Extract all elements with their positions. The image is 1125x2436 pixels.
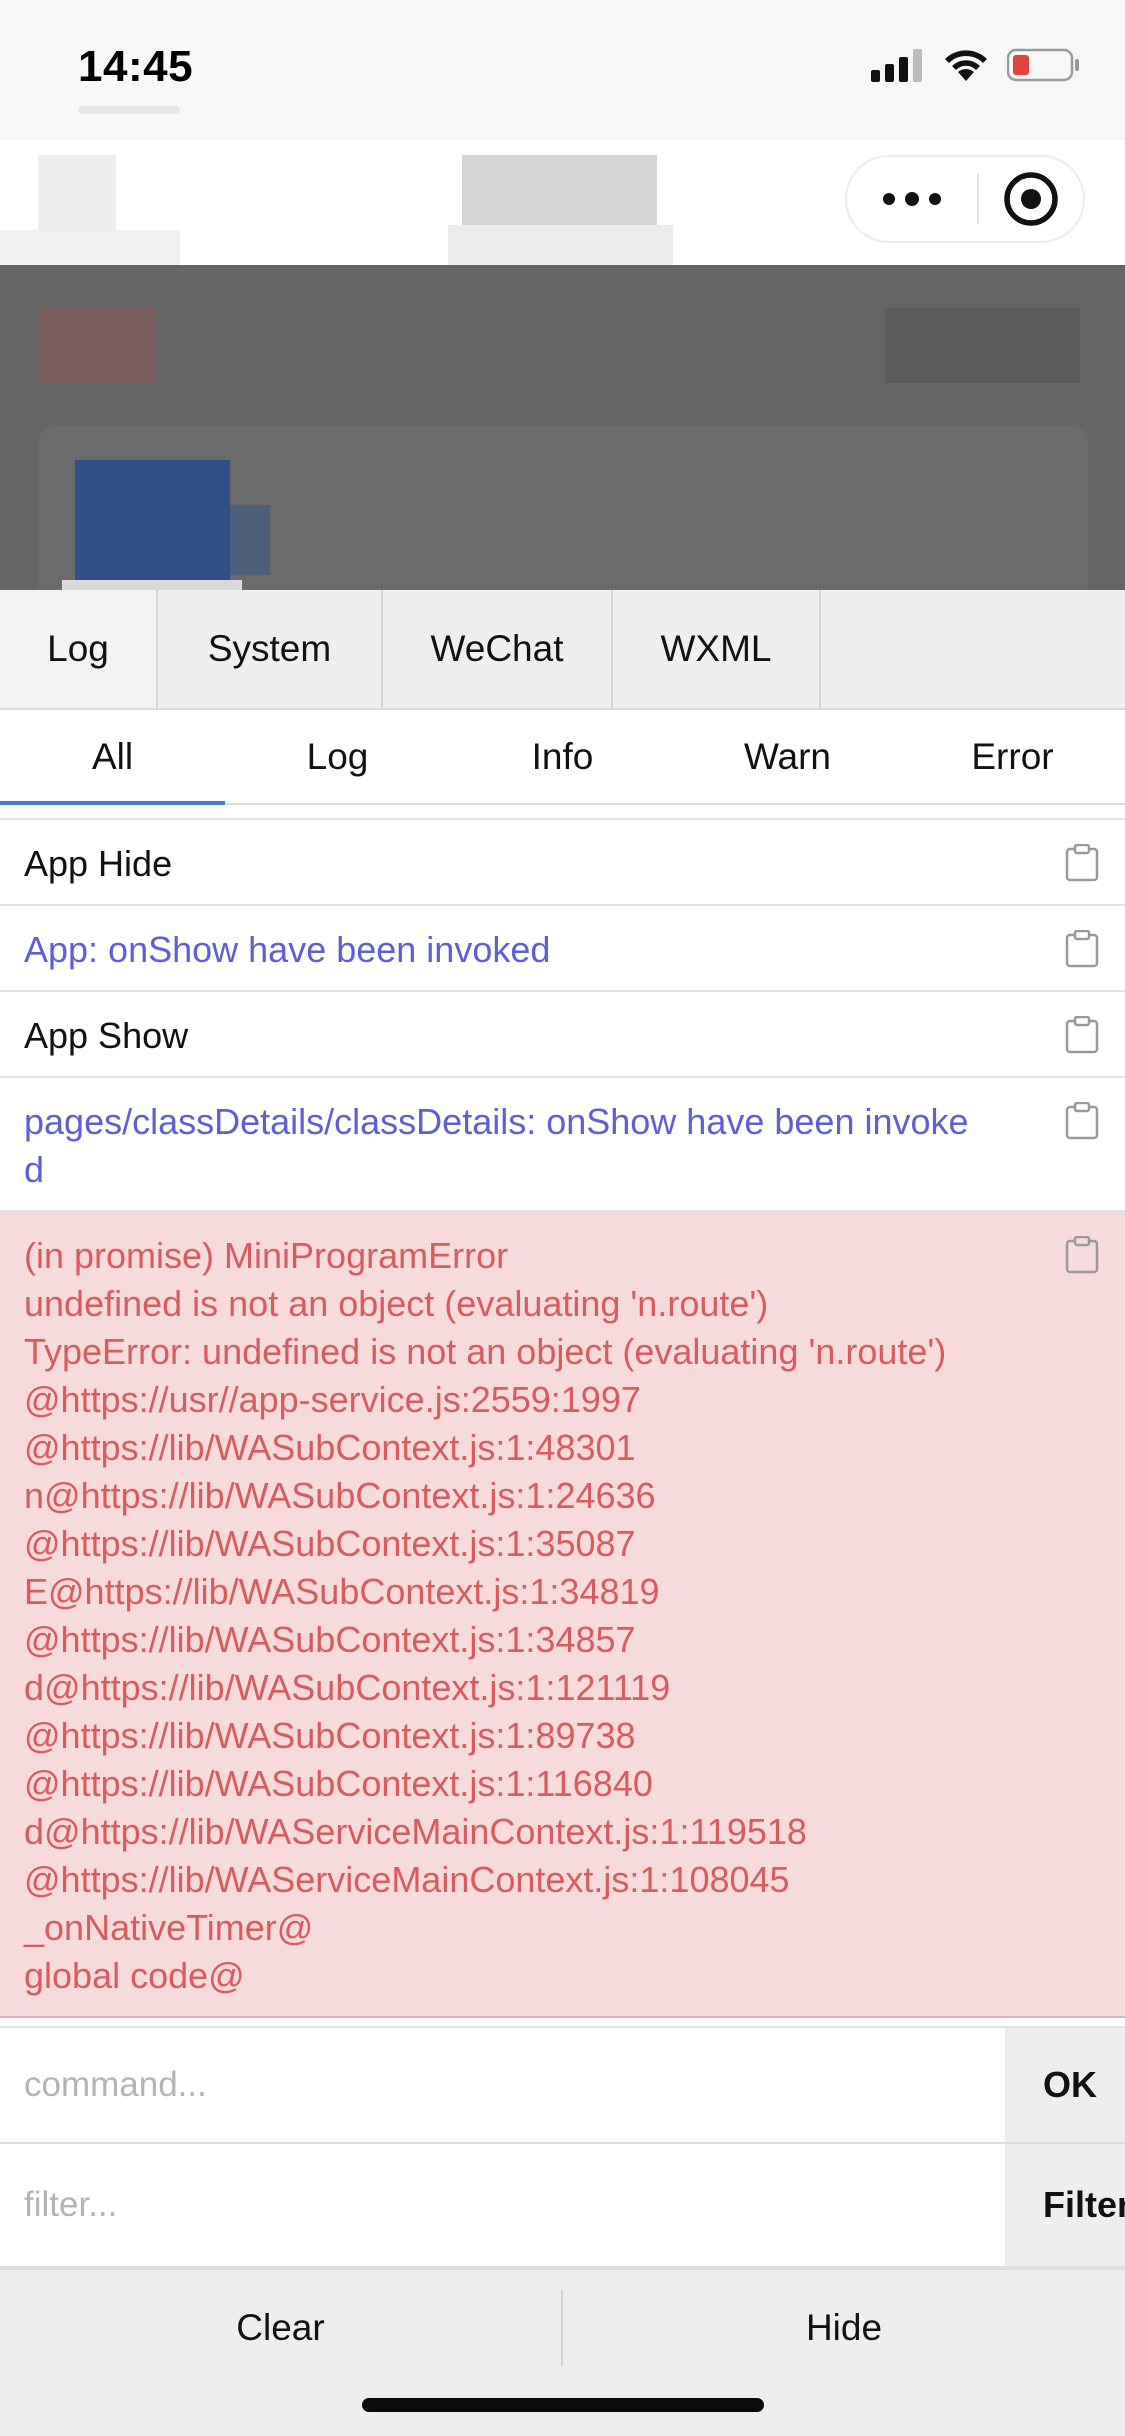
- log-line: App: onShow have been invoked: [24, 929, 551, 970]
- log-line: @https://usr//app-service.js:2559:1997: [24, 1379, 641, 1420]
- status-time-underline: [78, 106, 180, 114]
- copy-icon[interactable]: [1065, 1102, 1099, 1140]
- wifi-icon: [945, 50, 987, 81]
- log-line: @https://lib/WASubContext.js:1:116840: [24, 1763, 653, 1804]
- log-line: @https://lib/WASubContext.js:1:48301: [24, 1427, 636, 1468]
- blurred-left-block: [38, 308, 156, 383]
- blurred-back-glyph: [38, 155, 116, 230]
- tab-system[interactable]: System: [158, 590, 383, 708]
- filter-button[interactable]: Filter: [1005, 2144, 1125, 2266]
- log-line: _onNativeTimer@: [24, 1907, 314, 1948]
- copy-icon[interactable]: [1065, 1236, 1099, 1274]
- log-level-filters: All Log Info Warn Error: [0, 710, 1125, 805]
- clear-button[interactable]: Clear: [0, 2270, 561, 2386]
- blurred-title-base: [448, 225, 673, 265]
- log-line: @https://lib/WASubContext.js:1:35087: [24, 1523, 636, 1564]
- tab-wxml[interactable]: WXML: [613, 590, 821, 708]
- command-input[interactable]: [0, 2028, 1005, 2142]
- copy-icon[interactable]: [1065, 930, 1099, 968]
- log-row: pages/classDetails/classDetails: onShow …: [0, 1078, 1125, 1212]
- log-line: TypeError: undefined is not an object (e…: [24, 1331, 947, 1372]
- copy-icon[interactable]: [1065, 1016, 1099, 1054]
- system-icons: [871, 48, 1081, 82]
- log-line: App Hide: [24, 843, 173, 884]
- blurred-avatar-edge: [230, 505, 270, 575]
- status-time: 14:45: [78, 42, 194, 91]
- blurred-back-area: [0, 230, 180, 265]
- ok-button[interactable]: OK: [1005, 2028, 1125, 2142]
- log-line: @https://lib/WASubContext.js:1:34857: [24, 1619, 636, 1660]
- filter-row: Filter: [0, 2144, 1125, 2268]
- log-line: E@https://lib/WASubContext.js:1:34819: [24, 1571, 660, 1612]
- tab-wechat[interactable]: WeChat: [383, 590, 613, 708]
- log-line: d@https://lib/WAServiceMainContext.js:1:…: [24, 1811, 807, 1852]
- log-row-error: (in promise) MiniProgramError undefined …: [0, 1212, 1125, 2018]
- log-line: (in promise) MiniProgramError: [24, 1235, 509, 1276]
- log-line: pages/classDetails/classDetails: onShow …: [24, 1101, 969, 1142]
- hide-button[interactable]: Hide: [563, 2270, 1125, 2386]
- log-row: App Hide: [0, 818, 1125, 906]
- filter-all[interactable]: All: [0, 710, 225, 805]
- blurred-avatar-base: [62, 580, 242, 590]
- log-line: @https://lib/WASubContext.js:1:89738: [24, 1715, 636, 1756]
- filter-warn[interactable]: Warn: [675, 710, 900, 803]
- blurred-avatar: [75, 460, 230, 590]
- blurred-right-block: [885, 308, 1080, 383]
- command-row: OK: [0, 2026, 1125, 2144]
- log-row: App Show: [0, 992, 1125, 1078]
- log-line: @https://lib/WAServiceMainContext.js:1:1…: [24, 1859, 790, 1900]
- close-button[interactable]: [979, 170, 1083, 228]
- more-dot-right: [929, 193, 941, 205]
- log-line: global code@: [24, 1955, 245, 1996]
- log-row: App: onShow have been invoked: [0, 906, 1125, 992]
- log-line: App Show: [24, 1015, 189, 1056]
- filter-log[interactable]: Log: [225, 710, 450, 803]
- log-line: d@https://lib/WASubContext.js:1:121119: [24, 1667, 671, 1708]
- target-circle-icon: [1004, 172, 1058, 226]
- signal-icon: [871, 49, 922, 82]
- filter-input[interactable]: [0, 2144, 1005, 2266]
- log-line: undefined is not an object (evaluating '…: [24, 1283, 769, 1324]
- vconsole-tabs: Log System WeChat WXML: [0, 590, 1125, 710]
- filter-error[interactable]: Error: [900, 710, 1125, 803]
- mini-program-capsule: [845, 155, 1085, 243]
- blurred-content-band: [0, 265, 1125, 590]
- battery-icon: [1007, 48, 1079, 82]
- blurred-title: [462, 155, 657, 225]
- log-line: n@https://lib/WASubContext.js:1:24636: [24, 1475, 656, 1516]
- more-dot-mid: [905, 192, 919, 206]
- tab-log[interactable]: Log: [0, 590, 158, 708]
- status-bar: 14:45: [0, 0, 1125, 140]
- more-dots-icon: [883, 193, 895, 205]
- log-line: d: [24, 1149, 45, 1190]
- log-list: App Hide App: onShow have been invoked A…: [0, 818, 1125, 2018]
- home-indicator: [362, 2398, 764, 2412]
- copy-icon[interactable]: [1065, 844, 1099, 882]
- filter-info[interactable]: Info: [450, 710, 675, 803]
- more-button[interactable]: [847, 192, 977, 206]
